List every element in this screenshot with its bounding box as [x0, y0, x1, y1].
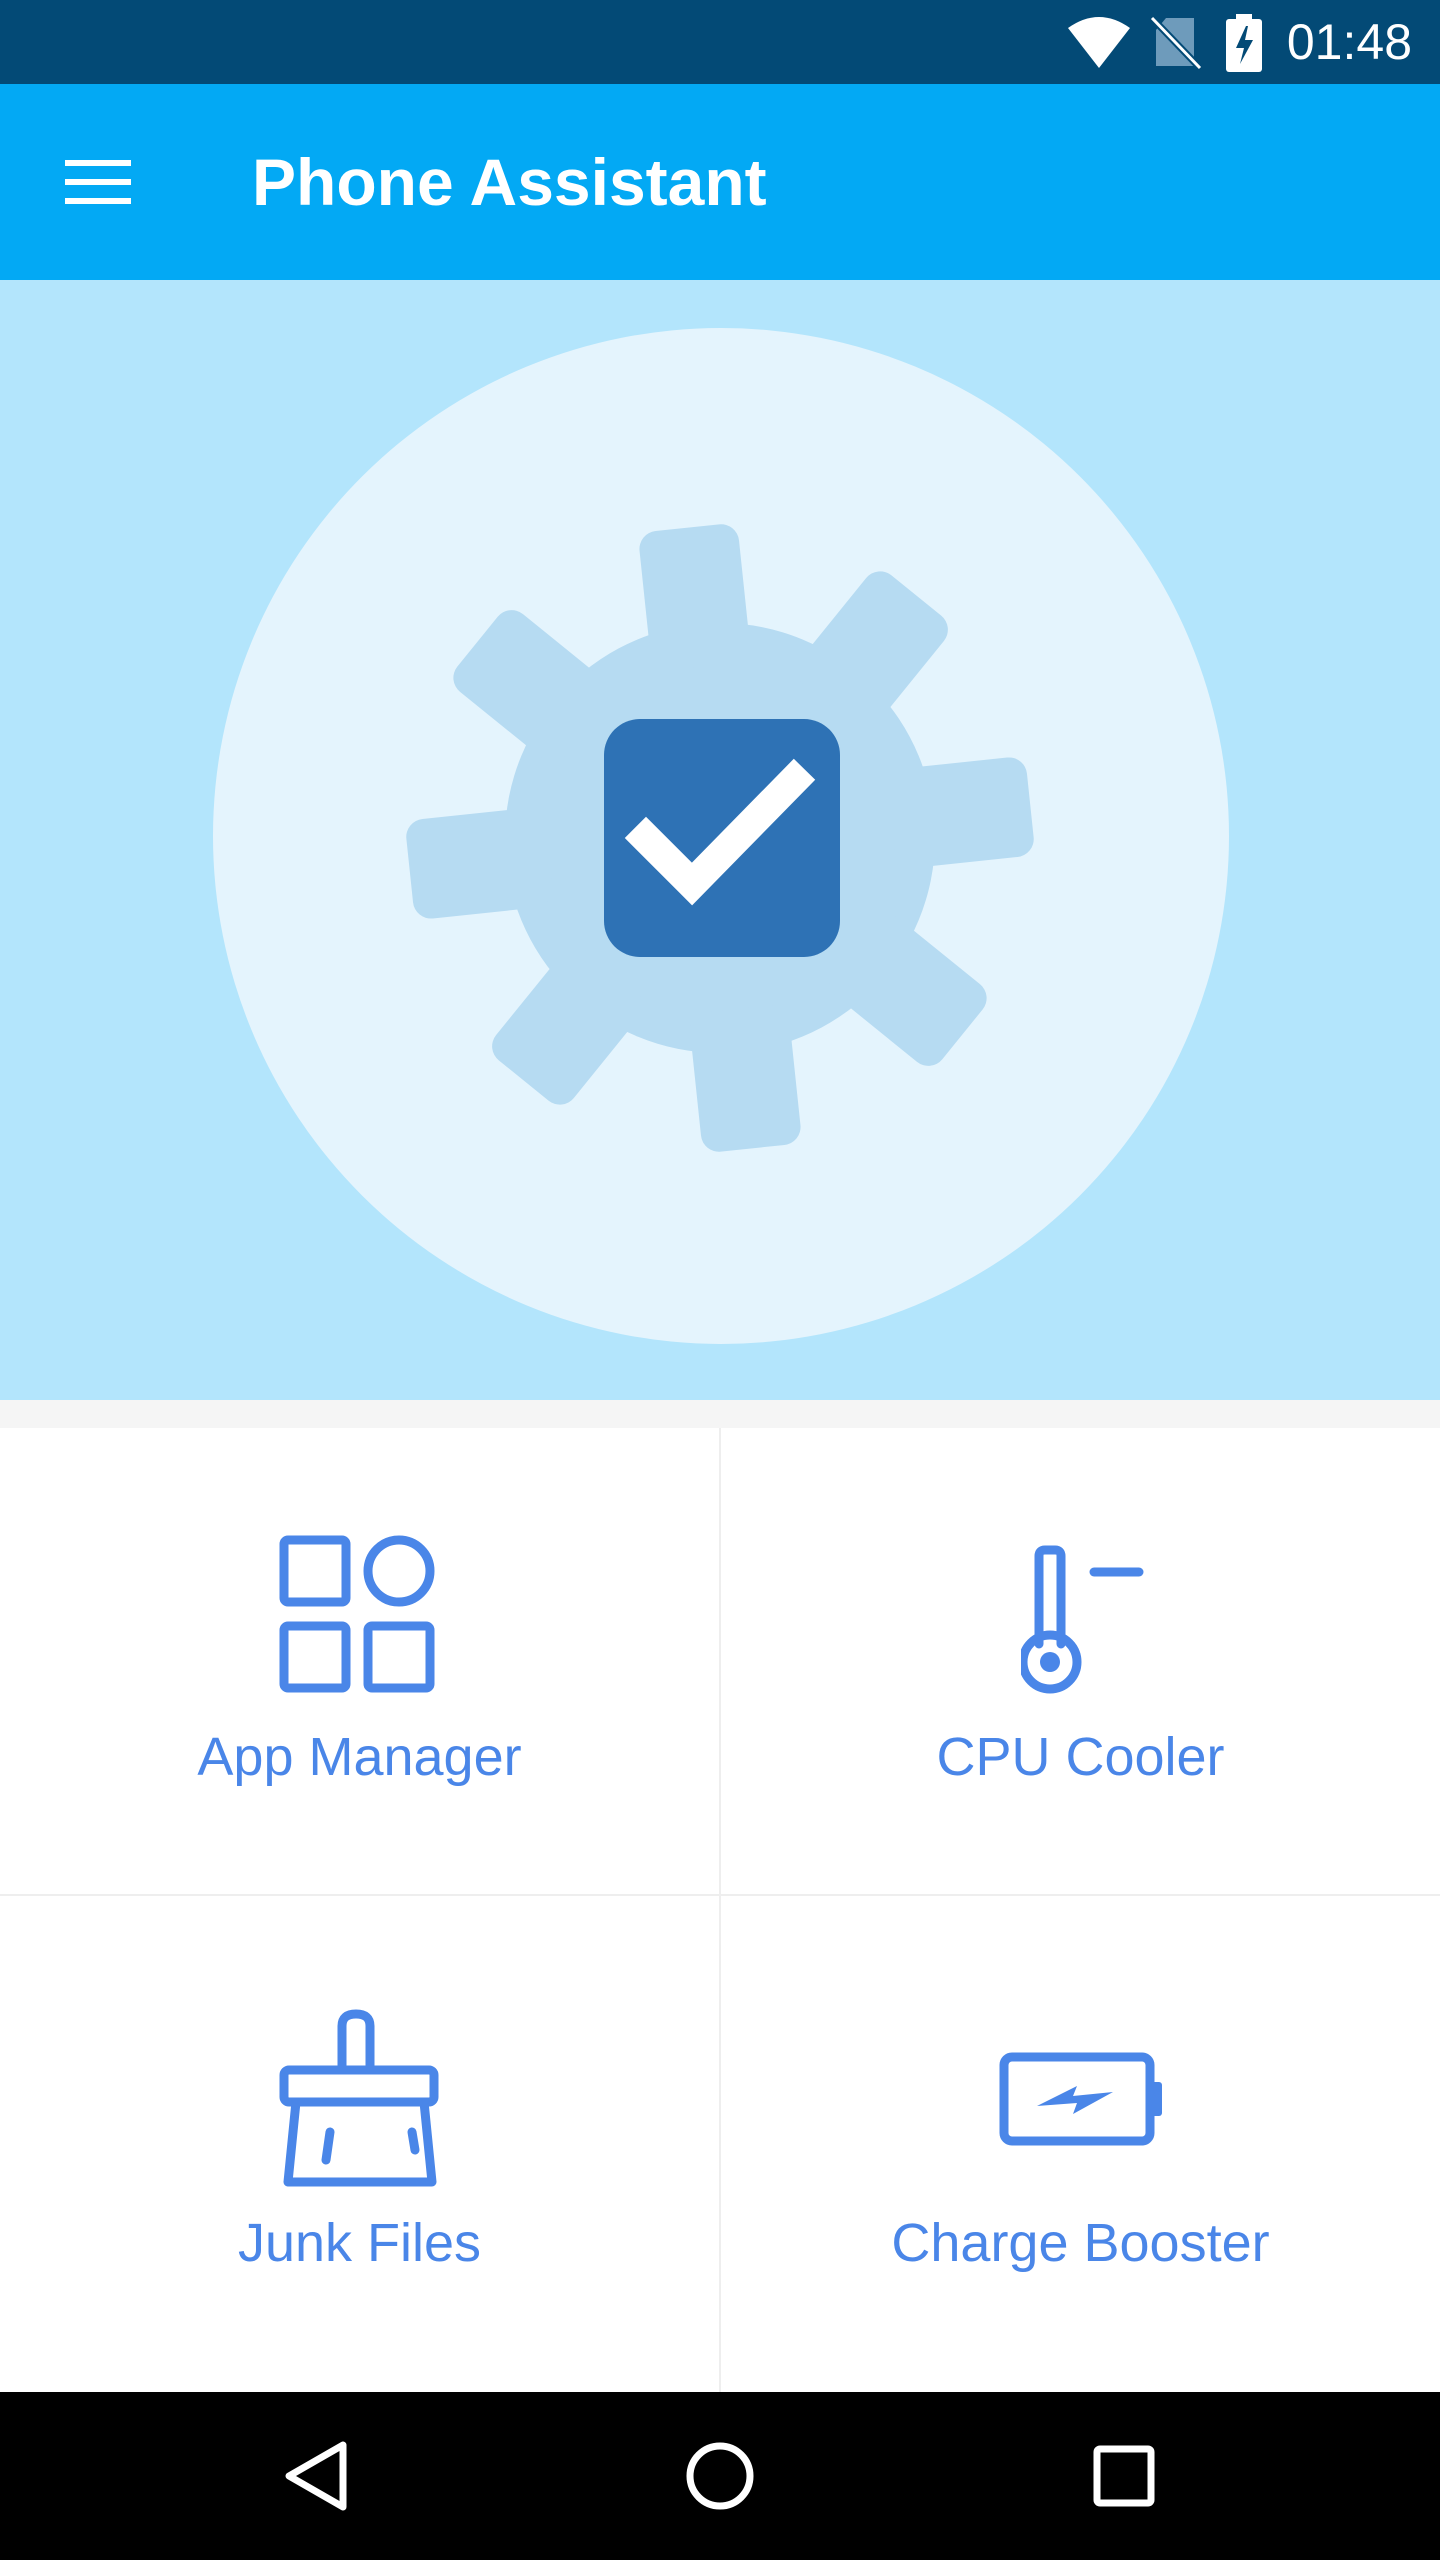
section-separator	[0, 1400, 1440, 1428]
charge-booster-label: Charge Booster	[891, 2213, 1270, 2273]
battery-charging-icon	[1226, 14, 1262, 72]
gear-check-icon	[406, 524, 1034, 1152]
cpu-cooler-label: CPU Cooler	[936, 1727, 1225, 1787]
menu-button[interactable]	[40, 124, 156, 240]
recents-button[interactable]	[1064, 2416, 1184, 2536]
back-button[interactable]	[256, 2416, 376, 2536]
page-title: Phone Assistant	[252, 145, 767, 219]
menu-icon	[65, 160, 131, 204]
home-icon	[686, 2442, 754, 2510]
junk-files-label: Junk Files	[237, 2213, 482, 2273]
no-sim-icon	[1150, 15, 1202, 70]
hero-banner	[0, 280, 1440, 1400]
recents-icon	[1093, 2445, 1155, 2507]
broom-icon	[279, 2009, 439, 2187]
app-bar: Phone Assistant	[0, 84, 1440, 280]
navigation-bar	[0, 2392, 1440, 2560]
thermometer-icon	[1021, 1545, 1144, 1694]
app-manager-tile[interactable]: App Manager	[0, 1428, 719, 1894]
charge-booster-tile[interactable]: Charge Booster	[721, 1896, 1440, 2392]
cpu-cooler-tile[interactable]: CPU Cooler	[721, 1428, 1440, 1894]
app-grid-icon	[279, 1535, 435, 1693]
junk-files-tile[interactable]: Junk Files	[0, 1896, 719, 2392]
home-button[interactable]	[660, 2416, 780, 2536]
grid-horizontal-divider	[0, 1894, 1440, 1896]
grid-vertical-divider	[719, 1428, 721, 2392]
app-manager-label: App Manager	[197, 1727, 522, 1787]
back-icon	[285, 2441, 347, 2511]
status-bar: 01:48	[0, 0, 1440, 84]
wifi-icon	[1068, 17, 1130, 68]
charge-battery-icon	[999, 2052, 1162, 2146]
status-time: 01:48	[1286, 14, 1412, 70]
